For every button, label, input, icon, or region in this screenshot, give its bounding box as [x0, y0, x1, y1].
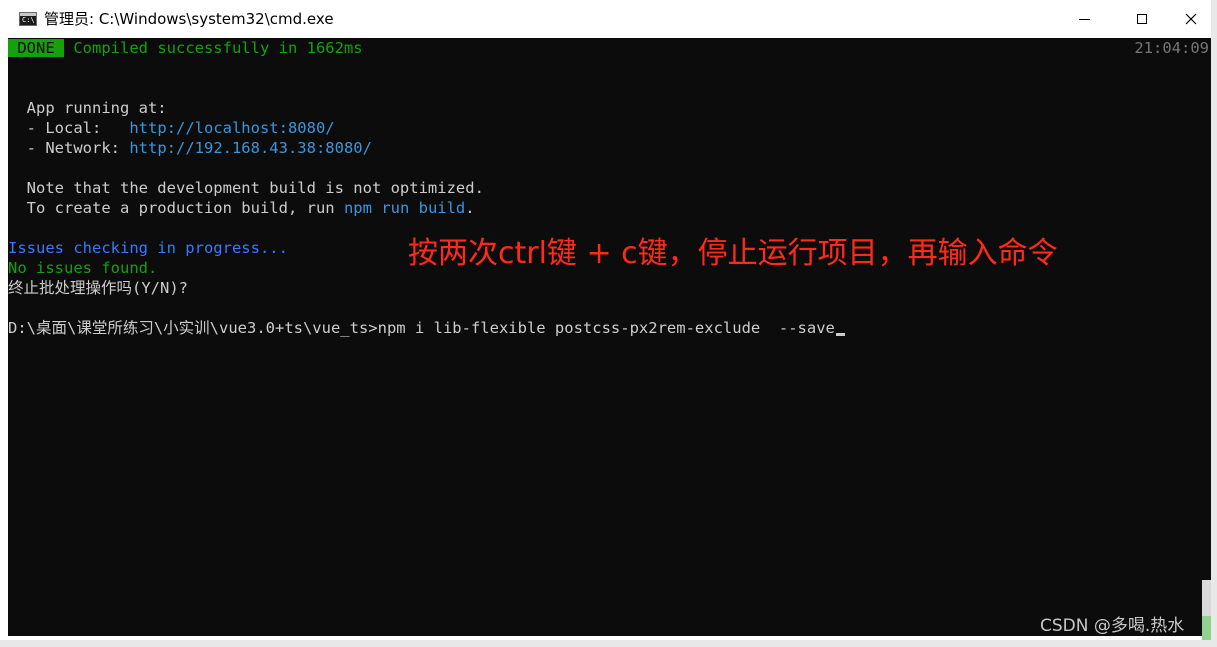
csdn-watermark: CSDN @多喝.热水	[1040, 616, 1185, 636]
background-window-edge	[1211, 0, 1217, 647]
timestamp: 21:04:09	[1134, 39, 1209, 57]
network-url-link[interactable]: http://192.168.43.38:8080/	[129, 139, 372, 157]
close-icon	[1185, 13, 1196, 25]
cmd-app-icon[interactable]: C:\	[19, 12, 37, 26]
no-issues-line: No issues found.	[8, 259, 158, 277]
compiled-message: Compiled successfully in 1662ms	[64, 39, 363, 57]
minimize-button[interactable]	[1055, 0, 1113, 38]
done-badge: DONE	[8, 39, 64, 57]
instruction-annotation: 按两次ctrl键 + c键，停止运行项目，再输入命令	[408, 236, 1058, 271]
text-cursor	[835, 333, 845, 336]
terminate-prompt: 终止批处理操作吗(Y/N)?	[8, 279, 188, 297]
title-bar[interactable]: C:\ 管理员: C:\Windows\system32\cmd.exe	[0, 0, 1211, 38]
command-prompt-line[interactable]: D:\桌面\课堂所练习\小实训\vue3.0+ts\vue_ts>npm i l…	[8, 318, 845, 338]
close-button[interactable]	[1170, 0, 1211, 38]
cmd-window: C:\ 管理员: C:\Windows\system32\cmd.exe DON…	[0, 0, 1211, 640]
command-input[interactable]: D:\桌面\课堂所练习\小实训\vue3.0+ts\vue_ts>npm i l…	[8, 319, 835, 337]
background-window-strip	[0, 640, 1217, 647]
maximize-icon	[1137, 14, 1147, 24]
production-build-line: To create a production build, run npm ru…	[8, 199, 475, 217]
network-url-line: - Network: http://192.168.43.38:8080/	[8, 139, 372, 157]
compile-status-line: DONE Compiled successfully in 1662ms	[8, 38, 363, 58]
window-title: 管理员: C:\Windows\system32\cmd.exe	[44, 10, 334, 28]
local-url-link[interactable]: http://localhost:8080/	[129, 119, 334, 137]
terminal-output[interactable]: DONE Compiled successfully in 1662ms 21:…	[8, 38, 1211, 636]
local-url-line: - Local: http://localhost:8080/	[8, 119, 335, 137]
maximize-button[interactable]	[1113, 0, 1171, 38]
issues-checking-line: Issues checking in progress...	[8, 239, 288, 257]
build-command: npm run build	[343, 199, 466, 217]
scrollbar-thumb[interactable]	[1202, 616, 1211, 640]
note-line: Note that the development build is not o…	[8, 179, 484, 197]
app-running-line: App running at:	[8, 99, 167, 117]
minimize-icon	[1078, 18, 1090, 20]
